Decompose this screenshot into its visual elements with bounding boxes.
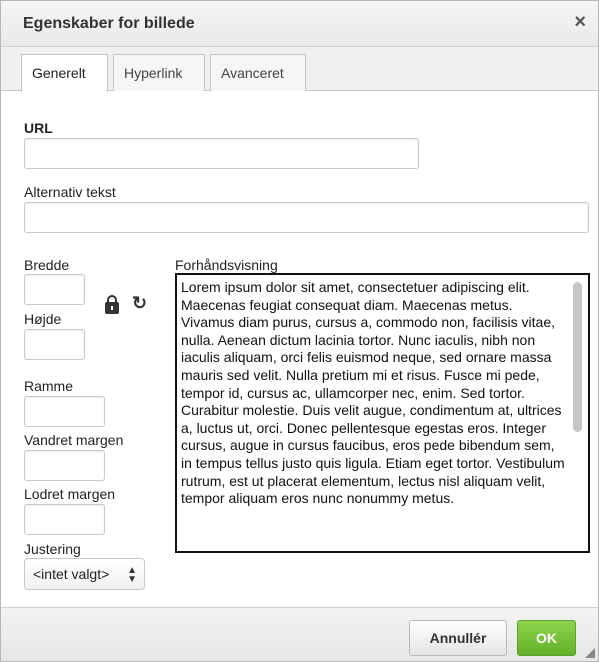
hspace-input[interactable]: [24, 450, 105, 481]
width-input[interactable]: [24, 274, 85, 305]
tab-avanceret[interactable]: Avanceret: [210, 54, 306, 91]
border-label: Ramme: [24, 378, 74, 394]
height-input[interactable]: [24, 329, 85, 360]
tab-generelt[interactable]: Generelt: [21, 54, 108, 92]
dialog-footer: Annullér OK: [1, 607, 598, 661]
cancel-button[interactable]: Annullér: [409, 620, 507, 656]
reset-size-icon[interactable]: ↻: [132, 293, 147, 314]
tab-hyperlink[interactable]: Hyperlink: [113, 54, 205, 91]
url-label: URL: [24, 120, 53, 136]
align-select-value: <intet valgt>: [33, 566, 110, 582]
image-properties-dialog: Egenskaber for billede × Generelt Hyperl…: [0, 0, 599, 662]
close-icon[interactable]: ×: [574, 12, 586, 32]
border-input[interactable]: [24, 396, 105, 427]
preview-box[interactable]: Lorem ipsum dolor sit amet, consectetuer…: [175, 273, 590, 553]
resize-handle-icon[interactable]: [585, 648, 595, 658]
vspace-label: Lodret margen: [24, 486, 116, 502]
vspace-input[interactable]: [24, 504, 105, 535]
height-label: Højde: [24, 311, 62, 327]
alt-text-label: Alternativ tekst: [24, 184, 116, 200]
ok-button[interactable]: OK: [517, 620, 576, 656]
url-input[interactable]: [24, 138, 419, 169]
tab-bar: Generelt Hyperlink Avanceret: [1, 47, 598, 92]
dialog-title: Egenskaber for billede: [23, 15, 195, 32]
dialog-titlebar[interactable]: Egenskaber for billede ×: [1, 1, 598, 47]
alt-text-input[interactable]: [24, 202, 589, 233]
preview-text: Lorem ipsum dolor sit amet, consectetuer…: [181, 279, 565, 507]
align-label: Justering: [24, 541, 81, 557]
align-select[interactable]: <intet valgt> ▲ ▼: [24, 558, 145, 590]
width-label: Bredde: [24, 257, 70, 273]
preview-label: Forhåndsvisning: [175, 257, 278, 273]
hspace-label: Vandret margen: [24, 432, 124, 448]
preview-scrollbar[interactable]: [573, 282, 582, 432]
lock-icon[interactable]: [105, 295, 119, 314]
select-arrows-icon: ▲ ▼: [127, 565, 137, 585]
